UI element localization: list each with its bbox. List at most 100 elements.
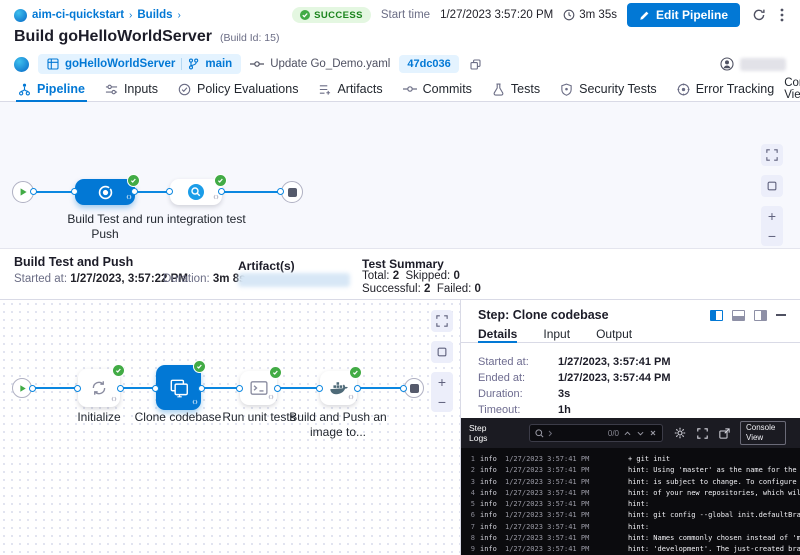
commit-message[interactable]: Update Go_Demo.yaml — [270, 58, 390, 70]
page-header: aim-ci-quickstart › Builds › SUCCESS Sta… — [0, 0, 800, 75]
log-timestamp: 1/27/2023 3:57:41 PM — [505, 477, 597, 488]
stage-duration: Duration: 3m 8s — [163, 273, 245, 285]
tab-artifacts[interactable]: Artifacts — [308, 77, 392, 101]
field-value: 1/27/2023, 3:57:44 PM — [558, 372, 671, 384]
tab-output[interactable]: Output — [596, 325, 632, 342]
connector-line — [201, 387, 240, 389]
more-options-button[interactable] — [778, 6, 786, 24]
build-tabs: Pipeline Inputs Policy Evaluations Artif… — [0, 77, 800, 102]
started-label: Started at: — [14, 273, 67, 285]
elapsed-time: 3m 35s — [563, 9, 617, 21]
log-search-input[interactable]: 0/0 — [529, 424, 663, 442]
artifact-link-redacted[interactable] — [238, 273, 350, 287]
tab-tests[interactable]: Tests — [482, 77, 550, 101]
fullscreen-icon — [697, 428, 708, 439]
tab-details[interactable]: Details — [478, 325, 517, 342]
log-line-number: 6 — [466, 510, 475, 521]
target-icon — [677, 83, 690, 96]
tab-policy-evaluations[interactable]: Policy Evaluations — [168, 77, 308, 101]
step-node-clone-codebase[interactable] — [156, 365, 201, 410]
open-in-new-button[interactable] — [719, 428, 730, 439]
log-level: info — [480, 544, 499, 555]
minimize-panel-button[interactable] — [776, 314, 786, 316]
log-timestamp: 1/27/2023 3:57:41 PM — [505, 499, 597, 510]
repository-icon — [47, 58, 59, 70]
breadcrumb-builds[interactable]: Builds — [137, 9, 172, 21]
step-graph-canvas[interactable]: Initialize Clone codebase Run unit tests… — [0, 300, 461, 555]
stage-label[interactable]: run integration test — [144, 212, 248, 227]
step-node-build-and-push[interactable] — [320, 371, 357, 405]
connector-port — [29, 385, 36, 392]
conditional-execution-icon — [348, 389, 354, 403]
tab-label: Artifacts — [337, 82, 382, 96]
tab-security-tests[interactable]: Security Tests — [550, 77, 667, 101]
connector-port — [218, 188, 225, 195]
tab-commits[interactable]: Commits — [393, 77, 482, 101]
commit-sha[interactable]: 47dc036 — [399, 55, 458, 73]
edit-pipeline-button[interactable]: Edit Pipeline — [627, 3, 740, 27]
breadcrumb-project[interactable]: aim-ci-quickstart — [32, 9, 124, 21]
fullscreen-button[interactable] — [761, 144, 783, 166]
field-value: 1h — [558, 404, 571, 416]
layout-bottom-view-button[interactable] — [732, 310, 745, 321]
success-check-badge — [193, 360, 206, 373]
log-line: 6info1/27/2023 3:57:41 PMhint: git confi… — [466, 510, 800, 521]
stage-graph-canvas[interactable]: Build Test and Push run integration test… — [0, 102, 800, 248]
shield-icon — [560, 83, 573, 96]
pipeline-end-node[interactable] — [281, 181, 303, 203]
stage-started-at: Started at: 1/27/2023, 3:57:22 PM — [14, 273, 188, 285]
field-value: 3s — [558, 388, 570, 400]
zoom-in-button[interactable]: + — [431, 372, 453, 392]
zoom-in-button[interactable]: + — [761, 206, 783, 226]
log-line: 3info1/27/2023 3:57:41 PMhint: is subjec… — [466, 477, 800, 488]
search-close-button[interactable] — [649, 430, 657, 436]
step-node-run-unit-tests[interactable] — [240, 371, 277, 405]
log-line-number: 8 — [466, 533, 475, 544]
log-line: 1info1/27/2023 3:57:41 PM+ git init — [466, 454, 800, 465]
fit-to-screen-button[interactable] — [431, 341, 453, 363]
tab-label: Security Tests — [579, 82, 657, 96]
layout-right-view-button[interactable] — [754, 310, 767, 321]
tab-input[interactable]: Input — [543, 325, 570, 342]
fullscreen-button[interactable] — [431, 310, 453, 332]
log-body[interactable]: 1info1/27/2023 3:57:41 PM+ git init 2inf… — [461, 448, 800, 555]
tab-pipeline[interactable]: Pipeline — [8, 77, 95, 101]
console-view-button[interactable]: Console View — [740, 421, 786, 444]
step-label[interactable]: Build and Push an image to... — [287, 410, 389, 440]
edit-pipeline-label: Edit Pipeline — [656, 8, 728, 22]
connector-port — [274, 385, 281, 392]
stage-node-build-test-and-push[interactable] — [75, 179, 135, 205]
repo-branch-chip[interactable]: goHelloWorldServer main — [38, 54, 241, 74]
layout-split-view-button[interactable] — [710, 310, 723, 321]
refresh-button[interactable] — [750, 6, 768, 24]
field-row: Started at: 1/27/2023, 3:57:41 PM — [478, 354, 800, 370]
tab-inputs[interactable]: Inputs — [95, 77, 168, 101]
user-icon — [720, 57, 734, 71]
field-label: Duration: — [478, 388, 558, 400]
step-node-initialize[interactable] — [78, 369, 120, 407]
skipped-label: Skipped: — [406, 270, 451, 282]
log-fullscreen-button[interactable] — [697, 428, 708, 439]
build-id: (Build Id: 15) — [220, 32, 280, 44]
elapsed-value: 3m 35s — [579, 9, 617, 21]
step-label[interactable]: Initialize — [59, 410, 139, 425]
tab-error-tracking[interactable]: Error Tracking — [667, 77, 785, 101]
conditional-execution-icon — [192, 394, 198, 408]
tab-label: Policy Evaluations — [197, 82, 298, 96]
stage-node-run-integration-test[interactable] — [170, 179, 222, 205]
log-timestamp: 1/27/2023 3:57:41 PM — [505, 544, 597, 555]
zoom-out-button[interactable]: − — [431, 392, 453, 412]
log-line-number: 3 — [466, 477, 475, 488]
search-next-button[interactable] — [636, 431, 645, 436]
search-prev-button[interactable] — [623, 431, 632, 436]
connector-line — [135, 191, 170, 193]
steps-end-node[interactable] — [404, 378, 424, 398]
zoom-out-button[interactable]: − — [761, 226, 783, 246]
log-console: Step Logs 0/0 — [461, 418, 800, 555]
log-settings-button[interactable] — [674, 427, 686, 439]
log-level: info — [480, 488, 499, 499]
stage-label[interactable]: Build Test and Push — [53, 212, 157, 242]
fit-to-screen-button[interactable] — [761, 175, 783, 197]
connector-line — [277, 387, 320, 389]
copy-sha-button[interactable] — [468, 57, 483, 72]
